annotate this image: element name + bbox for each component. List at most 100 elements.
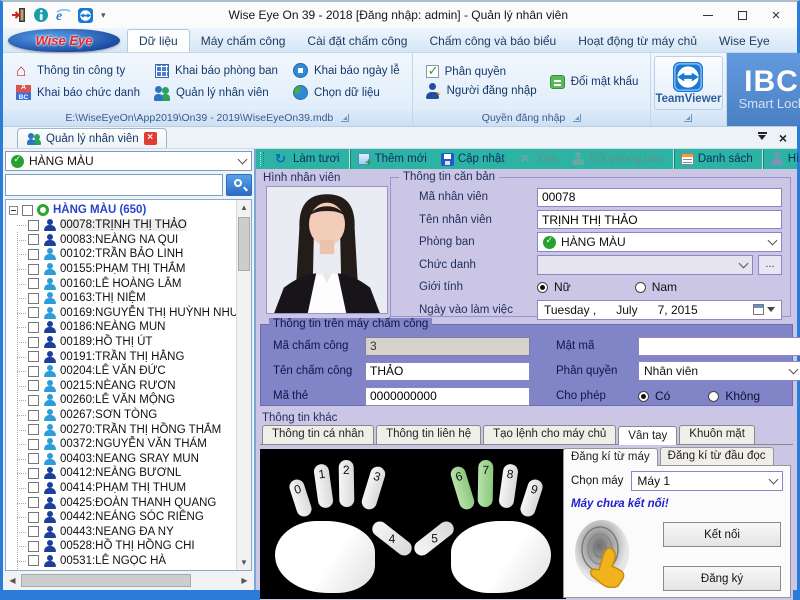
- employee-code-input[interactable]: [537, 188, 782, 207]
- calendar-dropdown-icon[interactable]: [753, 303, 775, 316]
- register-button[interactable]: Đăng ký: [663, 566, 781, 591]
- tree-employee-item[interactable]: 00260:LÊ VĂN MỘNG: [9, 393, 251, 408]
- finger-button[interactable]: 7: [478, 460, 494, 507]
- employee-checkbox[interactable]: [28, 278, 39, 289]
- tree-collapse-icon[interactable]: [9, 206, 18, 215]
- ribbon-button[interactable]: Khai báo phòng ban: [150, 60, 282, 81]
- tree-employee-item[interactable]: 00414:PHẠM THỊ THUM: [9, 481, 251, 496]
- minimize-button[interactable]: [691, 3, 725, 27]
- ribbon-button[interactable]: Phân quyền: [421, 62, 541, 81]
- tree-employee-item[interactable]: 00204:LÊ VĂN ĐỨC: [9, 364, 251, 379]
- tree-root-checkbox[interactable]: [22, 205, 33, 216]
- exit-icon[interactable]: [11, 7, 27, 23]
- employee-checkbox[interactable]: [28, 351, 39, 362]
- search-button[interactable]: [226, 174, 252, 196]
- teamviewer-button[interactable]: TeamViewer: [654, 56, 722, 110]
- job-title-select[interactable]: [537, 255, 753, 275]
- finger-button[interactable]: 5: [411, 518, 456, 558]
- tree-employee-item[interactable]: 00186:NEÀNG MUN: [9, 320, 251, 335]
- employee-checkbox[interactable]: [28, 526, 39, 537]
- connect-button[interactable]: Kết nối: [663, 522, 781, 547]
- employee-checkbox[interactable]: [28, 439, 39, 450]
- ribbon-button[interactable]: Quản lý nhân viên: [150, 82, 282, 103]
- menu-tab[interactable]: Wise Eye: [708, 30, 781, 52]
- tree-employee-item[interactable]: 00160:LÊ HOÀNG LÂM: [9, 276, 251, 291]
- employee-checkbox[interactable]: [28, 410, 39, 421]
- register-tab[interactable]: Đăng kí từ đầu đọc: [660, 447, 774, 465]
- ribbon-button[interactable]: Đổi mật khẩu: [545, 72, 643, 92]
- tree-employee-item[interactable]: 00163:THỊ NIỆM: [9, 291, 251, 306]
- finger-button[interactable]: 3: [360, 465, 387, 511]
- employee-checkbox[interactable]: [28, 570, 39, 571]
- employee-checkbox[interactable]: [28, 468, 39, 479]
- password-input[interactable]: [638, 337, 800, 356]
- privilege-select[interactable]: Nhân viên: [638, 361, 800, 381]
- employee-checkbox[interactable]: [28, 322, 39, 333]
- tree-employee-item[interactable]: 00443:NEANG ĐA NY: [9, 524, 251, 539]
- allow-radio-option[interactable]: Có: [638, 389, 670, 403]
- register-tab[interactable]: Đăng kí từ máy: [563, 448, 658, 466]
- internet-explorer-icon[interactable]: e: [55, 7, 72, 23]
- document-tab-employees[interactable]: Quản lý nhân viên: [17, 128, 167, 148]
- job-title-more-button[interactable]: ...: [758, 255, 782, 275]
- employee-checkbox[interactable]: [28, 307, 39, 318]
- employee-checkbox[interactable]: [28, 380, 39, 391]
- ribbon-button[interactable]: Khai báo chức danh: [11, 82, 144, 103]
- tree-root-department[interactable]: HÀNG MÀU (650): [9, 202, 251, 218]
- tree-employee-item[interactable]: 00403:NEANG SRAY MUN: [9, 452, 251, 467]
- employee-checkbox[interactable]: [28, 395, 39, 406]
- tab-strip-close-icon[interactable]: [779, 132, 787, 144]
- tree-employee-item[interactable]: 00215:NÈANG RƯƠN: [9, 379, 251, 394]
- tree-employee-item[interactable]: 00412:NEÀNG BƯƠNL: [9, 466, 251, 481]
- scroll-down-icon[interactable]: ▼: [237, 555, 251, 570]
- teamviewer-quick-icon[interactable]: [78, 8, 93, 23]
- employee-checkbox[interactable]: [28, 234, 39, 245]
- dialog-launcher-icon[interactable]: [573, 114, 581, 122]
- scroll-up-icon[interactable]: ▲: [237, 200, 251, 215]
- dialog-launcher-icon[interactable]: [684, 114, 692, 122]
- other-info-tab[interactable]: Thông tin cá nhân: [262, 425, 374, 444]
- finger-button[interactable]: 4: [369, 518, 414, 558]
- department-combobox[interactable]: HÀNG MÀU: [5, 151, 252, 171]
- tree-employee-item[interactable]: 00169:NGUYỄN THỊ HUỲNH NHƯ: [9, 306, 251, 321]
- attendance-name-input[interactable]: [365, 362, 530, 381]
- employee-checkbox[interactable]: [28, 264, 39, 275]
- maximize-button[interactable]: [725, 3, 759, 27]
- employee-checkbox[interactable]: [28, 293, 39, 304]
- employee-checkbox[interactable]: [28, 512, 39, 523]
- other-info-tab[interactable]: Tạo lệnh cho máy chủ: [483, 425, 616, 444]
- toolbar-button[interactable]: Đổi phòng ban: [564, 149, 671, 169]
- menu-tab[interactable]: Máy chấm công: [190, 30, 297, 52]
- employee-checkbox[interactable]: [28, 453, 39, 464]
- tree-employee-item[interactable]: 00442:NEÁNG SÓC RIÊNG: [9, 510, 251, 525]
- menu-tab[interactable]: Dữ liệu: [127, 29, 190, 52]
- tree-employee-item[interactable]: 00270:TRẦN THỊ HỒNG THẮM: [9, 422, 251, 437]
- employee-checkbox[interactable]: [28, 366, 39, 377]
- finger-button[interactable]: 2: [339, 460, 355, 507]
- toolbar-button[interactable]: Cập nhật: [434, 149, 512, 169]
- finger-button[interactable]: 9: [518, 478, 544, 519]
- dialog-launcher-icon[interactable]: [341, 114, 349, 122]
- tab-list-dropdown-icon[interactable]: [758, 132, 767, 144]
- tree-horizontal-scrollbar[interactable]: ◀ ▶: [5, 573, 252, 588]
- toolbar-button[interactable]: Thêm mới: [349, 149, 434, 169]
- employee-checkbox[interactable]: [28, 220, 39, 231]
- department-select[interactable]: HÀNG MÀU: [537, 232, 782, 252]
- employee-checkbox[interactable]: [28, 424, 39, 435]
- toolbar-button[interactable]: Làm tươi: [268, 149, 347, 169]
- toolbar-button[interactable]: Danh sách: [673, 149, 760, 169]
- menu-tab[interactable]: Chấm công và báo biểu: [418, 30, 567, 52]
- tree-employee-item[interactable]: 00102:TRẦN BẢO LINH: [9, 247, 251, 262]
- document-tab-close-icon[interactable]: [144, 132, 157, 145]
- toolbar-button[interactable]: Hình nhân viên: [762, 149, 800, 169]
- tree-employee-item[interactable]: 00267:SƠN TÒNG: [9, 408, 251, 423]
- scrollbar-thumb[interactable]: [21, 574, 191, 587]
- info-icon[interactable]: [33, 7, 49, 23]
- tree-employee-item[interactable]: 00155:PHẠM THỊ THẮM: [9, 262, 251, 277]
- scroll-right-icon[interactable]: ▶: [237, 573, 252, 588]
- tree-vertical-scrollbar[interactable]: ▲ ▼: [236, 200, 251, 570]
- tree-employee-item[interactable]: 00191:TRẦN THỊ HẰNG: [9, 349, 251, 364]
- gender-radio-option[interactable]: Nữ: [537, 280, 571, 294]
- card-number-input[interactable]: [365, 387, 530, 406]
- close-button[interactable]: ×: [759, 3, 793, 27]
